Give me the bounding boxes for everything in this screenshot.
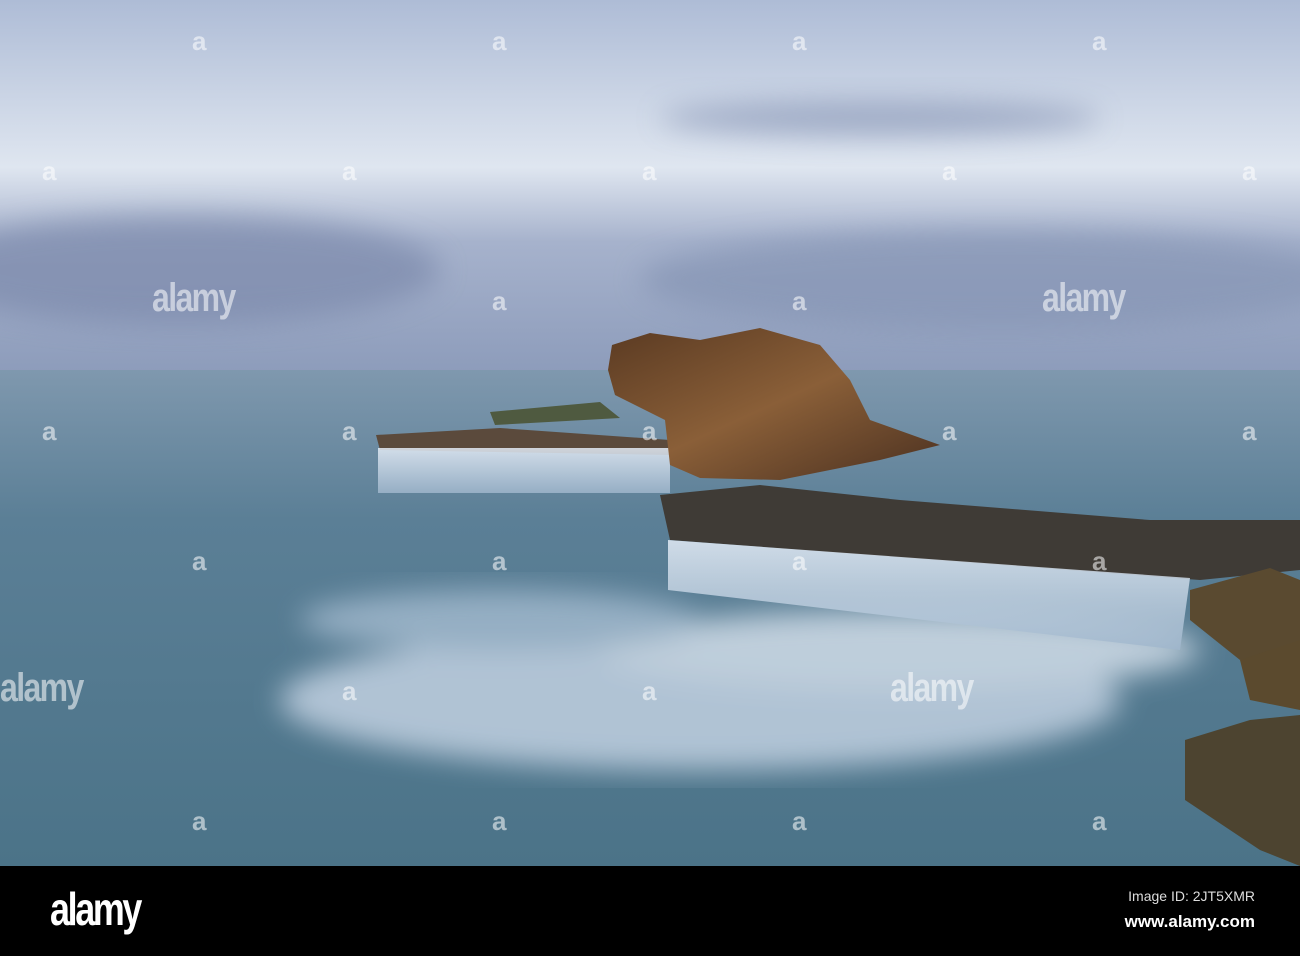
watermark-logo: alamy <box>890 666 974 710</box>
watermark-mark: a <box>192 546 207 576</box>
watermark-mark: a <box>1242 416 1257 446</box>
watermark-mark: a <box>42 156 57 186</box>
watermark-mark: a <box>1242 156 1257 186</box>
watermark-mark: a <box>792 546 807 576</box>
watermark-mark: a <box>342 416 357 446</box>
watermark-mark: a <box>42 416 57 446</box>
watermark-mark: a <box>1092 546 1107 576</box>
watermark-mark: a <box>192 806 207 836</box>
photo-page: a a a a a a a a a alamy alamy a a a a a … <box>0 0 1300 956</box>
watermark-mark: a <box>792 26 807 56</box>
watermark-mark: a <box>1092 26 1107 56</box>
watermark-mark: a <box>642 416 657 446</box>
watermark-mark: a <box>942 156 957 186</box>
footer-bar: alamy Image ID: 2JT5XMR www.alamy.com <box>0 866 1300 956</box>
watermark-mark: a <box>492 26 507 56</box>
watermark-mark: a <box>792 806 807 836</box>
watermark-logo: alamy <box>1042 276 1126 320</box>
watermark-mark: a <box>192 26 207 56</box>
watermark-mark: a <box>342 676 357 706</box>
watermark-mark: a <box>492 806 507 836</box>
watermark-logo: alamy <box>0 666 84 710</box>
watermark-mark: a <box>942 416 957 446</box>
website-link[interactable]: www.alamy.com <box>1125 912 1255 932</box>
watermark-mark: a <box>642 156 657 186</box>
watermark-mark: a <box>792 286 807 316</box>
watermark-mark: a <box>492 286 507 316</box>
watermark-mark: a <box>642 676 657 706</box>
waterfall-left <box>378 448 670 493</box>
watermark-mark: a <box>342 156 357 186</box>
watermark-logo: alamy <box>152 276 236 320</box>
image-id: Image ID: 2JT5XMR <box>1128 888 1255 904</box>
watermark-mark: a <box>492 546 507 576</box>
watermark-mark: a <box>1092 806 1107 836</box>
alamy-logo: alamy <box>50 883 142 935</box>
